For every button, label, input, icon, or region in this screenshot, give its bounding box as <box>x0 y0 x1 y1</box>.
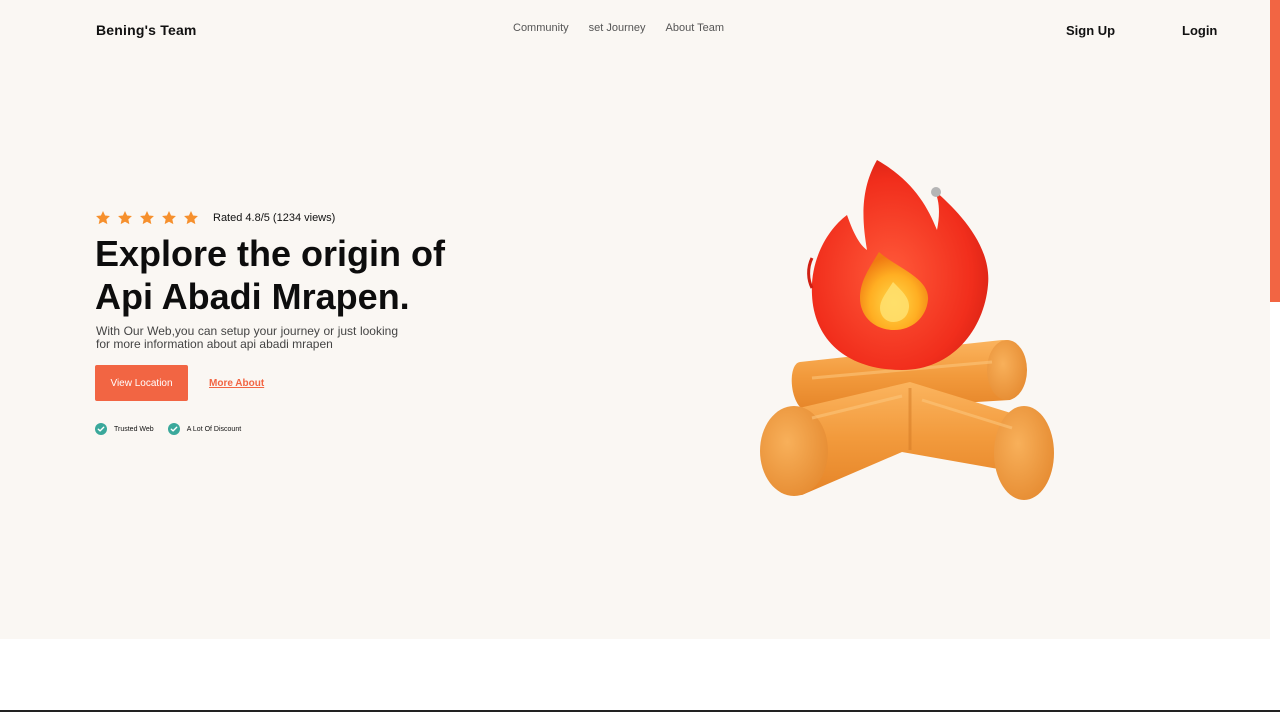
star-icon <box>184 211 198 225</box>
check-circle-icon <box>95 423 107 435</box>
star-icon <box>162 211 176 225</box>
hero-title-line-1: Explore the origin of <box>95 233 446 274</box>
nav-link-set-journey[interactable]: set Journey <box>589 22 646 34</box>
feature-item: Trusted Web <box>95 423 154 435</box>
rating: Rated 4.8/5 (1234 views) <box>95 210 335 226</box>
main-nav: Community set Journey About Team <box>513 22 724 34</box>
star-icon <box>140 211 154 225</box>
rating-text: Rated 4.8/5 (1234 views) <box>213 212 336 224</box>
feature-label: A Lot Of Discount <box>186 425 242 433</box>
rating-stars <box>95 210 199 226</box>
feature-item: A Lot Of Discount <box>167 423 242 435</box>
hero-title: Explore the origin of Api Abadi Mrapen. <box>95 232 515 318</box>
sign-up-button[interactable]: Sign Up <box>1066 23 1115 38</box>
nav-link-community[interactable]: Community <box>513 22 569 34</box>
star-icon <box>96 211 110 225</box>
view-location-button[interactable]: View Location <box>95 365 188 401</box>
login-button[interactable]: Login <box>1182 23 1217 38</box>
scrollbar-thumb[interactable] <box>1270 0 1280 302</box>
check-circle-icon <box>167 423 180 435</box>
feature-list: Trusted Web A Lot Of Discount <box>95 423 241 435</box>
hero-description: With Our Web,you can setup your journey … <box>96 324 398 351</box>
nav-link-about-team[interactable]: About Team <box>666 22 725 34</box>
brand-logo[interactable]: Bening's Team <box>96 22 197 38</box>
hero-section <box>0 0 1270 639</box>
campfire-icon <box>760 160 1054 500</box>
star-icon <box>118 211 132 225</box>
more-about-link[interactable]: More About <box>209 378 264 389</box>
hero-title-line-2: Api Abadi Mrapen. <box>95 276 410 317</box>
feature-label: Trusted Web <box>114 425 154 433</box>
